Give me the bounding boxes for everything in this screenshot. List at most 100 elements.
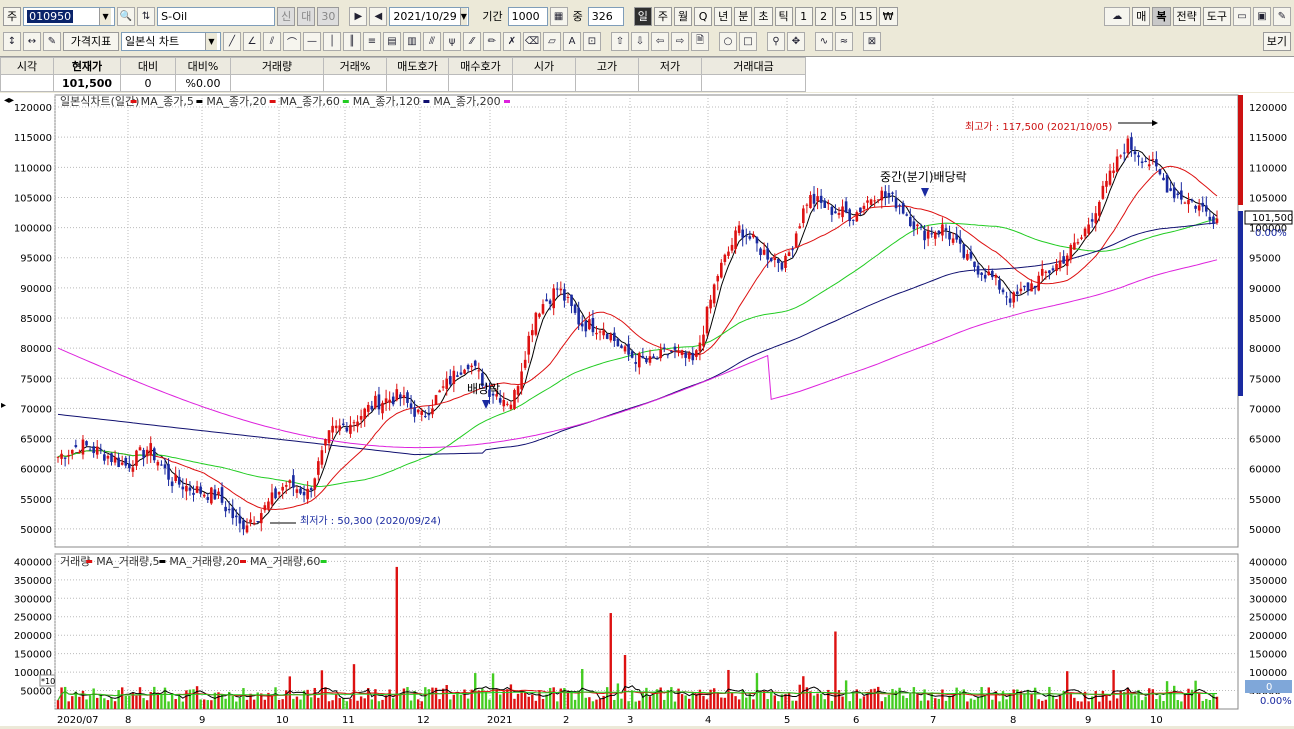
trendline-icon[interactable]: ╱ [223, 31, 241, 51]
candle-body [1122, 152, 1126, 154]
count-input[interactable]: 326 [587, 6, 624, 26]
arrow-right-icon[interactable]: ⇨ [671, 31, 689, 51]
search-icon[interactable]: 🔍 [117, 6, 136, 26]
chart-area[interactable]: 120000 115000 110000 105000 100000 95000 90000… [0, 93, 1294, 726]
arrow-up-icon[interactable]: ⇧ [611, 31, 629, 51]
interval-1-button[interactable]: 1 [794, 6, 813, 26]
vertical-line-icon[interactable]: │ [323, 31, 341, 51]
view-button[interactable]: 보기 [1262, 31, 1291, 51]
candle-body [809, 195, 812, 209]
stock-code-input[interactable]: 010950 ▼ [23, 6, 116, 26]
interval-2-button[interactable]: 2 [814, 6, 833, 26]
multi-button[interactable]: 복 [1152, 6, 1171, 26]
candle-body [595, 332, 598, 335]
volume-bar [1112, 669, 1115, 709]
buy-sell-button[interactable]: 매 [1132, 6, 1151, 26]
period-second-button[interactable]: 초 [754, 6, 773, 26]
period-week-button[interactable]: 주 [653, 6, 672, 26]
table-icon[interactable]: ▤ [383, 31, 401, 51]
sort-icon[interactable]: ⇅ [137, 6, 156, 26]
grid-icon[interactable]: ▦ [549, 6, 568, 26]
arrow-down-icon[interactable]: ⇩ [631, 31, 649, 51]
period-input[interactable]: 1000 [507, 6, 548, 26]
stock-chart[interactable]: 120000 115000 110000 105000 100000 95000 90000… [0, 93, 1294, 726]
chevron-down-icon[interactable]: ▼ [205, 32, 217, 50]
volume-tick-label-right: 150000 [1249, 650, 1287, 661]
period-minute-button[interactable]: 분 [734, 6, 753, 26]
period-tick-button[interactable]: 틱 [774, 6, 793, 26]
play-left-icon[interactable]: ◀ [369, 6, 388, 26]
candle-body [1008, 298, 1012, 303]
text-icon[interactable]: A [563, 31, 581, 51]
volume-bar [941, 689, 944, 709]
candle-body [466, 364, 470, 370]
cloud-icon[interactable]: ☁ [1104, 6, 1131, 26]
volume-bar [203, 699, 206, 709]
candle-body [331, 425, 334, 433]
bars-icon[interactable]: ▥ [403, 31, 421, 51]
wave2-icon[interactable]: ≈ [835, 31, 853, 51]
fibonacci-icon[interactable]: ≡ [363, 31, 381, 51]
wrench-icon[interactable]: ✎ [1273, 6, 1291, 26]
volume-panel[interactable] [54, 553, 1239, 710]
note-icon[interactable]: ▱ [543, 31, 561, 51]
horizontal-line-icon[interactable]: — [303, 31, 321, 51]
pitchfork-icon[interactable]: ψ [443, 31, 461, 51]
candle-body [99, 449, 103, 451]
candle-body [1108, 170, 1112, 185]
delete-all-icon[interactable]: ⊠ [863, 31, 881, 51]
period-year-button[interactable]: 년 [714, 6, 733, 26]
candle-body [245, 525, 249, 533]
strategy-button[interactable]: 전략 [1172, 6, 1201, 26]
candle-body [730, 244, 734, 251]
volume-bar [570, 690, 573, 709]
interval-5-button[interactable]: 5 [834, 6, 853, 26]
circle-icon[interactable]: ○ [719, 31, 737, 51]
wave-icon[interactable]: ∿ [815, 31, 833, 51]
period-quarter-button[interactable]: Q [694, 6, 713, 26]
chart-style-select[interactable]: 일본식 차트 ▼ [121, 31, 221, 51]
edit-icon[interactable]: ✎ [43, 31, 61, 51]
cross-icon[interactable]: ✗ [503, 31, 521, 51]
candle-body [605, 333, 609, 339]
vertical-lines-icon[interactable]: ║ [343, 31, 361, 51]
candle-body [823, 200, 827, 208]
col-bid: 매수호가 [448, 57, 513, 75]
volume-bar [167, 701, 170, 709]
tag-30: 30 [317, 6, 340, 26]
crosshair-icon[interactable]: ✥ [787, 31, 805, 51]
indicator-button[interactable]: 가격지표 [63, 31, 119, 51]
save-icon[interactable]: ▣ [1253, 6, 1271, 26]
angle-icon[interactable]: ∠ [243, 31, 261, 51]
date-input[interactable]: 2021/10/29 ▼ [389, 6, 470, 26]
interval-15-button[interactable]: 15 [854, 6, 877, 26]
eraser-icon[interactable]: ⌫ [523, 31, 541, 51]
play-right-icon[interactable]: ▶ [349, 6, 368, 26]
chevron-down-icon[interactable]: ▼ [99, 7, 112, 25]
tools-button[interactable]: 도구 [1202, 6, 1231, 26]
document-icon[interactable]: 🗎 [691, 31, 709, 51]
fan-icon[interactable]: ⫽ [263, 31, 281, 51]
arrow-up-down-icon[interactable]: ↕ [3, 31, 21, 51]
frame-icon[interactable]: ⊡ [583, 31, 601, 51]
currency-button[interactable]: ₩ [878, 6, 898, 26]
arrow-left-right-icon[interactable]: ↔ [23, 31, 41, 51]
folder-icon[interactable]: ▭ [1233, 6, 1251, 26]
period-month-button[interactable]: 월 [674, 6, 693, 26]
price-legend: 일본식차트(일간) MA_종가,5 MA_종가,20 MA_종가,60 MA_종가,12… [60, 94, 510, 108]
arrow-left-icon[interactable]: ⇦ [651, 31, 669, 51]
market-select[interactable]: 주 [3, 6, 22, 26]
collapse-icon[interactable]: ◂▸ [4, 95, 14, 106]
side-arrow-icon[interactable]: ▸ [1, 400, 6, 411]
parallel-lines-icon[interactable]: ⁄⁄ [463, 31, 481, 51]
chevron-down-icon[interactable]: ▼ [459, 7, 467, 25]
pencil-icon[interactable]: ✏ [483, 31, 501, 51]
zoom-icon[interactable]: ⚲ [767, 31, 785, 51]
stock-name-field[interactable]: S-Oil [157, 6, 276, 26]
period-day-button[interactable]: 일 [633, 6, 652, 26]
arc-icon[interactable]: ⌒ [283, 31, 301, 51]
square-icon[interactable]: □ [739, 31, 757, 51]
channel-icon[interactable]: ⫻ [423, 31, 441, 51]
price-panel[interactable] [54, 94, 1239, 548]
price-tick-label: 110000 [14, 163, 52, 174]
